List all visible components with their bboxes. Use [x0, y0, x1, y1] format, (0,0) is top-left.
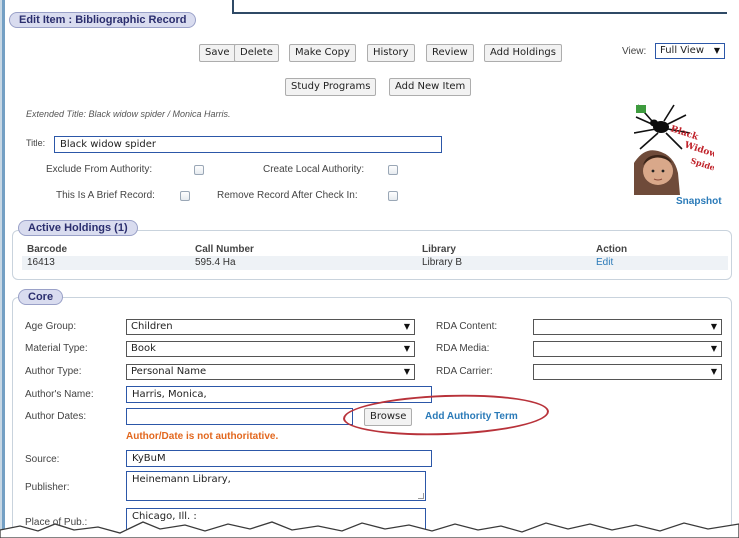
make-copy-button[interactable]: Make Copy [289, 44, 356, 62]
create-local-authority-checkbox[interactable] [388, 165, 398, 175]
rda-content-select[interactable]: ▼ [533, 319, 722, 335]
chevron-down-icon: ▼ [713, 46, 720, 55]
view-select[interactable]: Full View ▼ [655, 43, 725, 59]
review-button[interactable]: Review [426, 44, 474, 62]
holdings-panel [12, 230, 732, 280]
author-type-label: Author Type: [25, 366, 82, 377]
barcode-cell: 16413 [27, 257, 55, 268]
author-type-select[interactable]: Personal Name ▼ [126, 364, 415, 380]
chevron-down-icon: ▼ [710, 367, 717, 376]
brief-record-label: This Is A Brief Record: [56, 190, 155, 201]
title-input[interactable]: Black widow spider [54, 136, 442, 153]
spider-cover-icon: Black Widow Spider [634, 103, 714, 195]
holdings-title: Active Holdings (1) [18, 220, 138, 236]
chevron-down-icon: ▼ [710, 344, 717, 353]
rda-carrier-select[interactable]: ▼ [533, 364, 722, 380]
view-select-value: Full View [660, 45, 705, 56]
exclude-authority-checkbox[interactable] [194, 165, 204, 175]
library-cell: Library B [422, 257, 463, 268]
age-group-value: Children [131, 321, 173, 332]
chevron-down-icon: ▼ [403, 344, 410, 353]
age-group-label: Age Group: [25, 321, 77, 332]
page-title: Edit Item : Bibliographic Record [9, 12, 197, 28]
brief-record-checkbox[interactable] [180, 191, 190, 201]
authority-error-message: Author/Date is not authoritative. [126, 431, 279, 442]
author-dates-input[interactable] [126, 408, 353, 425]
table-row [22, 256, 728, 270]
chevron-down-icon: ▼ [403, 367, 410, 376]
edit-holding-link[interactable]: Edit [596, 257, 613, 268]
material-type-select[interactable]: Book ▼ [126, 341, 415, 357]
cover-image[interactable]: Black Widow Spider [634, 103, 714, 195]
rda-media-select[interactable]: ▼ [533, 341, 722, 357]
add-new-item-button[interactable]: Add New Item [389, 78, 472, 96]
header-rule [232, 0, 727, 14]
save-button[interactable]: Save [199, 44, 236, 62]
library-header: Library [422, 244, 456, 255]
material-type-label: Material Type: [25, 343, 88, 354]
study-programs-button[interactable]: Study Programs [285, 78, 377, 96]
publisher-value: Heinemann Library, [132, 474, 231, 485]
torn-edge-decoration [0, 521, 739, 538]
exclude-authority-label: Exclude From Authority: [46, 164, 153, 175]
call-number-cell: 595.4 Ha [195, 257, 236, 268]
chevron-down-icon: ▼ [403, 322, 410, 331]
publisher-label: Publisher: [25, 482, 70, 493]
window-edge [2, 0, 5, 538]
title-label: Title: [26, 138, 46, 148]
core-title: Core [18, 289, 64, 305]
create-local-authority-label: Create Local Authority: [263, 164, 365, 175]
call-number-header: Call Number [195, 244, 254, 255]
source-input[interactable]: KyBuM [126, 450, 432, 467]
barcode-header: Barcode [27, 244, 68, 255]
rda-content-label: RDA Content: [436, 321, 498, 332]
publisher-textarea[interactable]: Heinemann Library, [126, 471, 426, 501]
view-label: View: [622, 46, 647, 57]
chevron-down-icon: ▼ [710, 322, 717, 331]
extended-title: Extended Title: Black widow spider / Mon… [26, 109, 231, 119]
material-type-value: Book [131, 343, 156, 354]
authors-name-label: Author's Name: [25, 389, 94, 400]
author-dates-label: Author Dates: [25, 411, 87, 422]
action-header: Action [596, 244, 628, 255]
add-holdings-button[interactable]: Add Holdings [484, 44, 562, 62]
rda-carrier-label: RDA Carrier: [436, 366, 493, 377]
author-type-value: Personal Name [131, 366, 207, 377]
remove-after-checkin-label: Remove Record After Check In: [217, 190, 358, 201]
remove-after-checkin-checkbox[interactable] [388, 191, 398, 201]
delete-button[interactable]: Delete [234, 44, 279, 62]
source-label: Source: [25, 454, 60, 465]
history-button[interactable]: History [367, 44, 415, 62]
snapshot-link[interactable]: Snapshot [676, 196, 722, 207]
rda-media-label: RDA Media: [436, 343, 490, 354]
resize-handle-icon[interactable] [418, 493, 424, 499]
age-group-select[interactable]: Children ▼ [126, 319, 415, 335]
